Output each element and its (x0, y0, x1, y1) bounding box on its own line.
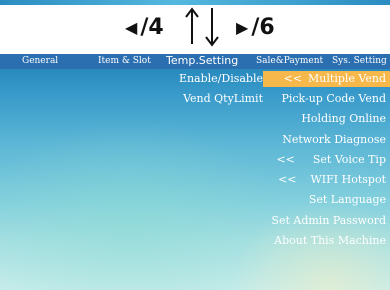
tab-sys-setting[interactable]: Sys. Setting (332, 54, 387, 69)
nav-hint-left: ◀ /4 (125, 10, 164, 44)
nav-left-label: /4 (140, 14, 164, 40)
menu-holding-online[interactable]: Holding Online (301, 111, 386, 127)
menu-multiple-vend-label: Multiple Vend (308, 72, 386, 85)
menu-set-voice-tip[interactable]: << Set Voice Tip (276, 152, 386, 168)
menu-about-this-machine[interactable]: About This Machine (274, 233, 386, 249)
menu-vend-qty-limit[interactable]: Vend QtyLimit (183, 91, 263, 107)
menu-set-voice-tip-label: Set Voice Tip (312, 153, 386, 166)
selection-marker: << (276, 153, 295, 166)
tab-general[interactable]: General (22, 54, 58, 69)
menu-set-admin-password[interactable]: Set Admin Password (271, 213, 386, 229)
up-down-arrows-icon (185, 7, 219, 47)
menu-set-language[interactable]: Set Language (309, 192, 386, 208)
menu-wifi-hotspot-label: WIFI Hotspot (310, 173, 387, 186)
nav-hint-right: ▶ /6 (236, 10, 275, 44)
menu-pickup-code-vend[interactable]: Pick-up Code Vend (281, 91, 386, 107)
menu-network-diagnose[interactable]: Network Diagnose (282, 132, 386, 148)
tab-sale-payment[interactable]: Sale&Payment (256, 54, 323, 69)
menu-enable-disable[interactable]: Enable/Disable (179, 71, 263, 87)
nav-right-label: /6 (251, 14, 275, 40)
triangle-right-icon: ▶ (236, 17, 249, 37)
selection-marker: << (278, 173, 297, 186)
tab-item-slot[interactable]: Item & Slot (98, 54, 151, 69)
triangle-left-icon: ◀ (125, 17, 138, 37)
settings-screen: General Item & Slot Temp.Setting Sale&Pa… (0, 54, 390, 290)
menu-wifi-hotspot[interactable]: << WIFI Hotspot (278, 172, 386, 188)
selection-marker: << (283, 72, 303, 85)
tab-bar: General Item & Slot Temp.Setting Sale&Pa… (0, 54, 390, 69)
menu-multiple-vend[interactable]: << Multiple Vend (263, 71, 390, 87)
tab-temp-setting[interactable]: Temp.Setting (166, 54, 238, 69)
